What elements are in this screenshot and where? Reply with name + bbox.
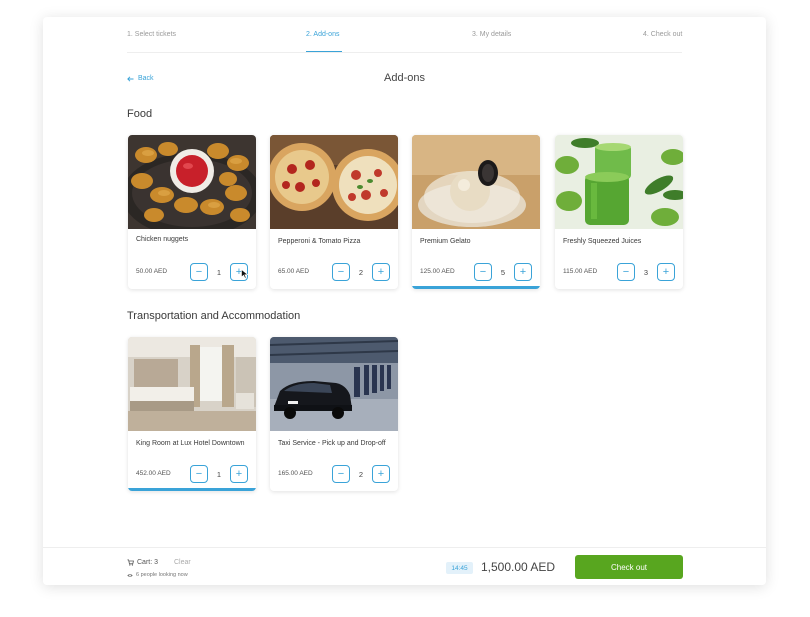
increase-button[interactable]: + <box>230 465 248 483</box>
addon-card-fresh-juices: Freshly Squeezed Juices 115.00 AED − 3 + <box>555 135 683 289</box>
addon-price: 165.00 AED <box>278 470 313 477</box>
addon-name: Chicken nuggets <box>136 236 189 243</box>
quantity-value: 2 <box>358 469 364 479</box>
decrease-button[interactable]: − <box>190 465 208 483</box>
timer-badge: 14:45 <box>446 562 473 574</box>
quantity-value: 2 <box>358 267 364 277</box>
total-price: 1,500.00 AED <box>481 560 556 574</box>
page-title: Add-ons <box>384 72 425 84</box>
quantity-stepper: − 3 + <box>617 263 675 281</box>
step-my-details[interactable]: 3. My details <box>472 31 511 38</box>
addon-card-chicken-nuggets: Chicken nuggets 50.00 AED − 1 + <box>128 135 256 289</box>
cart-icon <box>127 559 134 566</box>
increase-button[interactable]: + <box>372 263 390 281</box>
cart-summary[interactable]: Cart: 3 <box>127 559 158 566</box>
addon-price: 65.00 AED <box>278 268 310 275</box>
decrease-button[interactable]: − <box>617 263 635 281</box>
quantity-stepper: − 2 + <box>332 263 390 281</box>
addon-name: Taxi Service - Pick up and Drop-off <box>278 440 386 447</box>
decrease-button[interactable]: − <box>332 263 350 281</box>
progress-steps: 1. Select tickets 2. Add-ons 3. My detai… <box>43 17 766 53</box>
increase-button[interactable]: + <box>514 263 532 281</box>
active-step-indicator <box>306 51 342 52</box>
addon-card-pepperoni-pizza: Pepperoni & Tomato Pizza 65.00 AED − 2 + <box>270 135 398 289</box>
step-check-out[interactable]: 4. Check out <box>643 31 682 38</box>
decrease-button[interactable]: − <box>190 263 208 281</box>
cart-count: Cart: 3 <box>137 559 159 566</box>
section-title-food: Food <box>127 108 153 120</box>
clear-cart-link[interactable]: Clear <box>174 559 191 566</box>
gelato-image <box>412 135 540 229</box>
step-add-ons[interactable]: 2. Add-ons <box>306 31 339 38</box>
increase-button[interactable]: + <box>372 465 390 483</box>
pizza-image <box>270 135 398 229</box>
viewers-text: 6 people looking now <box>136 572 188 578</box>
quantity-value: 3 <box>643 267 649 277</box>
addon-price: 115.00 AED <box>563 268 598 275</box>
step-select-tickets[interactable]: 1. Select tickets <box>127 31 176 38</box>
checkout-footer: Cart: 3 Clear 6 people looking now 14:45… <box>43 547 766 585</box>
addon-price: 452.00 AED <box>136 470 171 477</box>
addon-price: 50.00 AED <box>136 268 168 275</box>
eye-icon <box>127 573 133 577</box>
addon-card-king-room: King Room at Lux Hotel Downtown 452.00 A… <box>128 337 256 491</box>
checkout-button[interactable]: Check out <box>575 555 683 579</box>
addon-name: Freshly Squeezed Juices <box>563 238 642 245</box>
decrease-button[interactable]: − <box>474 263 492 281</box>
quantity-stepper: − 2 + <box>332 465 390 483</box>
addon-name: Premium Gelato <box>420 238 471 245</box>
taxi-image <box>270 337 398 431</box>
addon-card-premium-gelato: Premium Gelato 125.00 AED − 5 + <box>412 135 540 289</box>
quantity-stepper: − 1 + <box>190 263 248 281</box>
addon-name: King Room at Lux Hotel Downtown <box>136 440 245 447</box>
quantity-stepper: − 1 + <box>190 465 248 483</box>
quantity-value: 1 <box>216 469 222 479</box>
viewers-notice: 6 people looking now <box>127 572 188 578</box>
addon-price: 125.00 AED <box>420 268 455 275</box>
quantity-stepper: − 5 + <box>474 263 532 281</box>
increase-button[interactable]: + <box>657 263 675 281</box>
addon-card-taxi-service: Taxi Service - Pick up and Drop-off 165.… <box>270 337 398 491</box>
chicken-nuggets-image <box>128 135 256 229</box>
decrease-button[interactable]: − <box>332 465 350 483</box>
juices-image <box>555 135 683 229</box>
quantity-value: 5 <box>500 267 506 277</box>
section-title-transport: Transportation and Accommodation <box>127 310 301 322</box>
steps-divider <box>127 52 682 53</box>
mouse-cursor-icon <box>241 269 249 279</box>
hotel-room-image <box>128 337 256 431</box>
quantity-value: 1 <box>216 267 222 277</box>
addons-page: 1. Select tickets 2. Add-ons 3. My detai… <box>43 17 766 585</box>
addon-name: Pepperoni & Tomato Pizza <box>278 238 361 245</box>
